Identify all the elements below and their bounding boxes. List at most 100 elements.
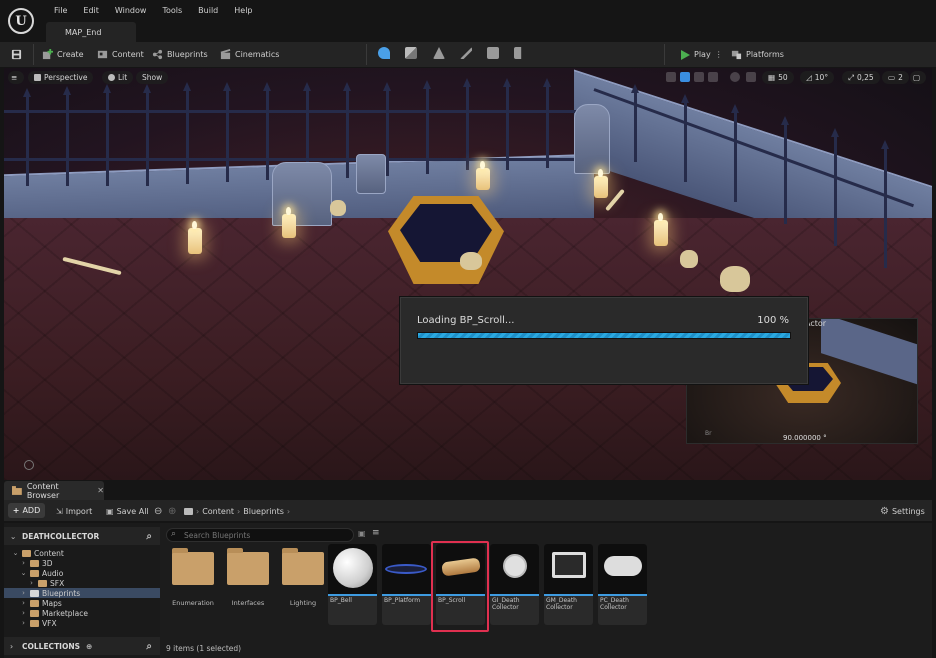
chevron-right-icon[interactable]: ›	[20, 609, 27, 617]
asset-tile[interactable]: GM_Death Collector	[544, 544, 593, 625]
search-input[interactable]	[166, 528, 354, 542]
tab-content-browser[interactable]: Content Browser ✕	[4, 481, 104, 500]
chevron-right-icon[interactable]: ›	[28, 579, 35, 587]
create-button[interactable]: Create	[42, 46, 84, 63]
asset-tile[interactable]: PC_Death Collector	[598, 544, 647, 625]
breadcrumb-blueprints[interactable]: Blueprints	[243, 507, 284, 516]
sources-header[interactable]: ⌄ DEATHCOLLECTOR ⌕	[4, 527, 160, 545]
platforms-button[interactable]: Platforms	[731, 46, 784, 63]
tree-item[interactable]: › 3D	[4, 558, 160, 568]
tree-item-label: Content	[34, 548, 64, 558]
menu-edit[interactable]: Edit	[75, 6, 107, 15]
menu-build[interactable]: Build	[190, 6, 226, 15]
asset-folder[interactable]: Enumeration	[168, 544, 218, 624]
scale-tool-icon[interactable]	[708, 72, 718, 82]
angle-icon: ◿	[806, 73, 812, 82]
asset-type-strip	[328, 594, 377, 596]
menu-file[interactable]: File	[46, 6, 75, 15]
fence-post	[463, 78, 471, 170]
candle	[476, 161, 490, 190]
asset-tile[interactable]: BP_Bell	[328, 544, 377, 625]
chevron-right-icon[interactable]: ›	[20, 599, 27, 607]
chevron-right-icon[interactable]: ›	[20, 559, 27, 567]
content-button[interactable]: Content	[97, 46, 144, 63]
tree-item[interactable]: › Marketplace	[4, 608, 160, 618]
asset-folder[interactable]: Lighting	[278, 544, 328, 624]
tab-map[interactable]: MAP_End	[46, 22, 136, 42]
rotate-tool-icon[interactable]	[694, 72, 704, 82]
menu-help[interactable]: Help	[226, 6, 260, 15]
blueprints-button[interactable]: Blueprints	[152, 46, 208, 63]
close-icon[interactable]: ✕	[97, 486, 104, 495]
asset-name: BP_Platform	[384, 597, 421, 604]
asset-thumbnail	[544, 544, 593, 594]
viewport-options-button[interactable]: ≡	[8, 71, 24, 84]
chevron-down-icon[interactable]: ⌄	[12, 549, 19, 557]
bone	[605, 188, 625, 212]
candle	[282, 207, 296, 238]
perspective-button[interactable]: Perspective	[28, 71, 94, 84]
hamburger-icon: ≡	[11, 73, 18, 82]
select-tool-icon[interactable]	[666, 72, 676, 82]
tree-item[interactable]: › Blueprints	[4, 588, 160, 598]
landscape-mode-icon[interactable]	[405, 47, 417, 59]
maximize-viewport-button[interactable]: ▢	[910, 71, 926, 84]
grid-icon: ▦	[768, 73, 776, 82]
translate-tool-icon[interactable]	[680, 72, 690, 82]
tree-item[interactable]: › SFX	[4, 578, 160, 588]
scale-snap-toggle[interactable]: ⤢ 0,25	[842, 71, 880, 84]
grid-snap-toggle[interactable]: ▦ 50	[762, 71, 794, 84]
add-collection-icon[interactable]: ⊕	[86, 642, 92, 651]
asset-folder[interactable]: Interfaces	[223, 544, 273, 624]
settings-button[interactable]: ⚙ Settings	[880, 504, 925, 518]
play-button[interactable]: Play ⋮	[681, 46, 723, 63]
scale-snap-value: 0,25	[857, 73, 874, 82]
tree-item[interactable]: ⌄ Content	[4, 548, 160, 558]
lit-icon	[108, 74, 115, 81]
breadcrumb-content[interactable]: Content	[202, 507, 234, 516]
content-browser-tab-label: Content Browser	[26, 481, 60, 500]
search-icon[interactable]: ⌕	[146, 641, 152, 652]
save-all-button[interactable]: ▣ Save All	[106, 504, 149, 518]
fracture-mode-icon[interactable]	[487, 47, 499, 59]
folder-icon	[12, 486, 22, 495]
asset-tile[interactable]: GI_Death Collector	[490, 544, 539, 625]
breadcrumb-sep: ›	[196, 506, 200, 516]
history-back-button[interactable]: ⊖	[154, 504, 162, 518]
gear-icon: ⚙	[880, 505, 889, 517]
surface-snap-icon[interactable]	[746, 72, 756, 82]
save-button[interactable]	[11, 46, 22, 63]
search-icon: ⌕	[171, 529, 177, 539]
show-button[interactable]: Show	[136, 71, 169, 84]
select-mode-icon[interactable]	[378, 47, 390, 59]
menu-tools[interactable]: Tools	[154, 6, 190, 15]
blueprints-label: Blueprints	[167, 50, 208, 59]
chevron-right-icon[interactable]: ›	[20, 589, 27, 597]
world-space-icon[interactable]	[730, 72, 740, 82]
unreal-logo-icon[interactable]: U	[8, 8, 34, 34]
cinematics-button[interactable]: Cinematics	[220, 46, 279, 63]
rotation-snap-toggle[interactable]: ◿ 10°	[800, 71, 835, 84]
toolbar-separator	[33, 44, 34, 65]
play-options-icon[interactable]: ⋮	[715, 50, 723, 59]
camera-speed-button[interactable]: ▭ 2	[882, 71, 909, 84]
save-search-icon[interactable]: ▣	[358, 529, 366, 538]
chevron-down-icon[interactable]: ⌄	[20, 569, 27, 577]
chevron-right-icon[interactable]: ›	[20, 619, 27, 627]
filter-icon[interactable]: ≡	[372, 528, 380, 538]
lit-button[interactable]: Lit	[102, 71, 134, 84]
collections-header[interactable]: › COLLECTIONS ⊕ ⌕	[4, 637, 160, 655]
import-button[interactable]: ⇲ Import	[56, 504, 92, 518]
menu-window[interactable]: Window	[107, 6, 155, 15]
fence-post	[383, 82, 391, 176]
tree-item[interactable]: › VFX	[4, 618, 160, 628]
add-button[interactable]: + ADD	[8, 503, 45, 518]
fence-post	[343, 82, 351, 178]
tree-item[interactable]: › Maps	[4, 598, 160, 608]
history-forward-button[interactable]: ⊕	[168, 504, 176, 518]
search-icon[interactable]: ⌕	[146, 531, 152, 542]
asset-tile[interactable]: BP_Platform	[382, 544, 431, 625]
settings-label: Settings	[891, 506, 925, 516]
fence-post	[143, 84, 151, 186]
tree-item[interactable]: ⌄ Audio	[4, 568, 160, 578]
